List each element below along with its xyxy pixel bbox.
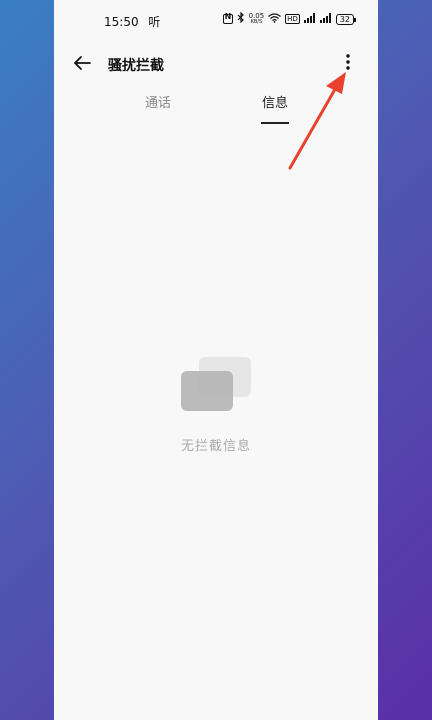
network-speed: 0.05 KB/S	[249, 13, 265, 26]
signal-icon	[303, 12, 316, 26]
signal-icon-2	[319, 12, 332, 26]
network-speed-unit: KB/S	[250, 19, 263, 25]
time-suffix: 听	[148, 15, 161, 29]
wifi-icon	[268, 12, 282, 26]
status-time: 15:50 听	[104, 13, 160, 30]
empty-state-text: 无拦截信息	[180, 439, 251, 454]
tab-calls[interactable]: 通话	[128, 92, 188, 111]
empty-messages-icon	[181, 355, 251, 411]
battery-icon: 32	[335, 13, 357, 25]
back-arrow-icon	[74, 56, 91, 70]
red-arrow-annotation	[288, 72, 346, 170]
empty-state: 无拦截信息	[54, 355, 378, 454]
hd-icon: HD	[285, 14, 300, 24]
status-icons: 0.05 KB/S HD	[222, 11, 357, 26]
bluetooth-icon	[237, 11, 245, 26]
page-title: 骚扰拦截	[108, 58, 164, 74]
empty-icon-front-bubble	[181, 371, 233, 411]
status-bar: 15:50 听 0.05 KB/S HD	[54, 0, 378, 40]
time-text: 15:50	[104, 15, 139, 29]
back-button[interactable]	[70, 50, 96, 76]
nfc-icon	[222, 12, 233, 24]
